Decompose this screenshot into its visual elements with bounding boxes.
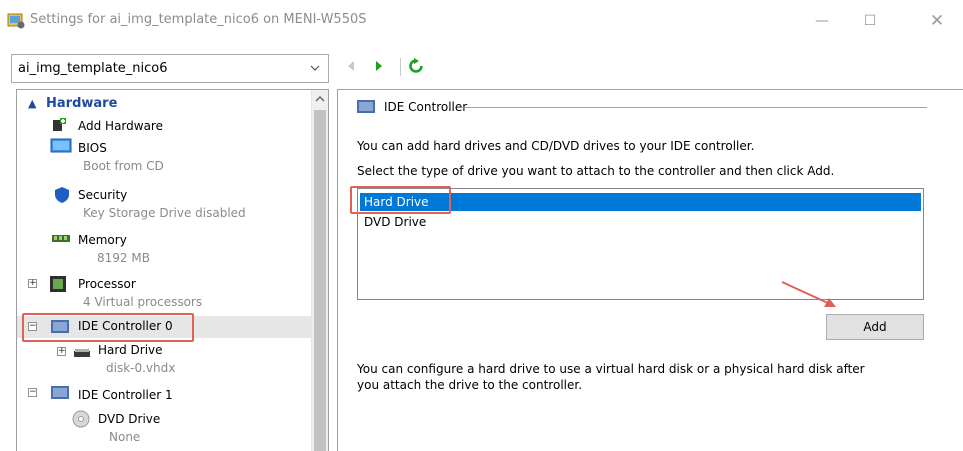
tree-item-label: BIOS	[78, 141, 107, 155]
title-bar: Settings for ai_img_template_nico6 on ME…	[0, 0, 963, 44]
note-text-line2: you attach the drive to the controller.	[357, 378, 583, 392]
ide-controller-icon	[357, 100, 375, 113]
tree-item-sublabel: 4 Virtual processors	[83, 295, 203, 309]
annotation-highlight-hard-drive	[350, 186, 451, 214]
group-header: IDE Controller	[356, 99, 467, 115]
shield-icon	[55, 187, 69, 203]
tree-item-sublabel: disk-0.vhdx	[106, 361, 176, 375]
forward-arrow-icon[interactable]	[374, 60, 384, 72]
tree-item-sublabel: Boot from CD	[83, 159, 164, 173]
collapse-chevron-icon: ▲	[28, 97, 37, 110]
add-hardware-icon	[53, 118, 66, 131]
processor-icon	[50, 276, 66, 292]
tree-item-label: Add Hardware	[78, 119, 163, 133]
dvd-icon	[72, 410, 90, 428]
tree-item-sublabel: Key Storage Drive disabled	[83, 206, 246, 220]
tree-item-label: IDE Controller 1	[78, 388, 173, 402]
refresh-icon[interactable]	[408, 58, 424, 74]
intro-text: You can add hard drives and CD/DVD drive…	[357, 139, 755, 153]
tree-scrollbar[interactable]	[311, 90, 328, 451]
ide-controller-icon	[51, 386, 69, 399]
settings-app-icon	[7, 13, 25, 29]
tree-item-processor[interactable]: Processor	[78, 277, 136, 291]
settings-tree: ▲ Hardware Add Hardware BIOS Boot from CD…	[16, 89, 329, 451]
hardware-section-label: Hardware	[46, 96, 118, 111]
memory-icon	[52, 235, 70, 242]
tree-item-hard-drive[interactable]: Hard Drive	[98, 343, 163, 357]
expand-processor[interactable]: +	[28, 279, 37, 288]
tree-item-memory[interactable]: Memory	[78, 233, 127, 247]
tree-item-sublabel: 8192 MB	[97, 251, 150, 265]
annotation-highlight-ide-controller	[22, 313, 194, 342]
hard-drive-icon	[74, 349, 90, 357]
list-item-dvd-drive[interactable]: DVD Drive	[360, 213, 921, 231]
maximize-button[interactable]: ☐	[855, 6, 885, 36]
annotation-arrow-icon	[781, 281, 836, 307]
toolbar-separator	[400, 58, 401, 76]
collapse-ide-controller-1[interactable]: −	[28, 388, 37, 397]
tree-item-label: Memory	[78, 233, 127, 247]
tree-item-bios[interactable]: BIOS	[78, 141, 107, 155]
tree-item-label: Hard Drive	[98, 343, 163, 357]
chevron-down-icon	[310, 65, 320, 71]
tree-item-dvd-drive[interactable]: DVD Drive	[98, 412, 160, 426]
tree-item-label: DVD Drive	[98, 412, 161, 426]
tree-item-ide-controller-1[interactable]: IDE Controller 1	[78, 388, 173, 402]
add-button[interactable]: Add	[826, 314, 924, 340]
tree-item-security[interactable]: Security	[78, 188, 127, 202]
tree-item-label: Security	[78, 188, 128, 202]
window-title: Settings for ai_img_template_nico6 on ME…	[30, 12, 367, 27]
instruction-text: Select the type of drive you want to att…	[357, 164, 835, 178]
hardware-section-header[interactable]: ▲ Hardware	[28, 96, 117, 111]
vm-selector-value: ai_img_template_nico6	[18, 61, 168, 76]
vm-selector[interactable]: ai_img_template_nico6	[11, 54, 329, 83]
tree-item-add-hardware[interactable]: Add Hardware	[78, 119, 163, 133]
scroll-up-icon[interactable]	[315, 95, 325, 103]
group-title: IDE Controller	[384, 100, 468, 114]
back-arrow-icon[interactable]	[346, 60, 356, 72]
tree-item-label: Processor	[78, 277, 136, 291]
tree-item-sublabel: None	[109, 430, 141, 444]
group-divider	[462, 107, 927, 108]
note-text-line1: You can configure a hard drive to use a …	[357, 362, 865, 376]
scrollbar-thumb[interactable]	[314, 110, 326, 451]
bios-icon	[50, 138, 72, 153]
expand-hard-drive[interactable]: +	[57, 347, 66, 356]
minimize-button[interactable]: —	[807, 6, 837, 36]
close-button[interactable]: ✕	[922, 6, 952, 36]
